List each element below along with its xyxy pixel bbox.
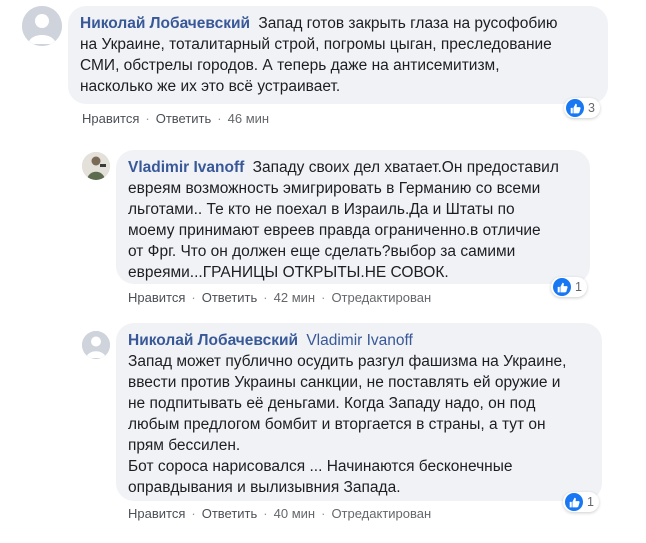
separator-dot: · bbox=[263, 506, 268, 521]
edited-label[interactable]: Отредактирован bbox=[331, 290, 431, 305]
comment-author[interactable]: Николай Лобачевский bbox=[128, 332, 298, 349]
reaction-count: 3 bbox=[588, 101, 595, 115]
comment-time[interactable]: 40 мин bbox=[274, 506, 315, 521]
reaction-summary[interactable]: 1 bbox=[551, 277, 587, 297]
like-icon bbox=[566, 99, 584, 117]
separator-dot: · bbox=[321, 506, 326, 521]
comment-author[interactable]: Николай Лобачевский bbox=[80, 15, 250, 32]
reaction-count: 1 bbox=[575, 280, 582, 294]
like-button[interactable]: Нравится bbox=[82, 111, 139, 126]
comment-actions: Нравится · Ответить · 42 мин · Отредактирован bbox=[128, 290, 431, 305]
comment-bubble: Николай Лобачевский Vladimir Ivanoff Зап… bbox=[116, 323, 602, 501]
separator-dot: · bbox=[191, 290, 196, 305]
reply-button[interactable]: Ответить bbox=[202, 290, 258, 305]
comment-actions: Нравится · Ответить · 40 мин · Отредактирован bbox=[128, 506, 431, 521]
default-user-icon bbox=[22, 6, 62, 46]
mention-link[interactable]: Vladimir Ivanoff bbox=[306, 332, 413, 349]
comment-bubble: Vladimir Ivanoff Западу своих дел хватае… bbox=[116, 150, 590, 284]
comment-text: Западу своих дел хватает.Он предоставил … bbox=[128, 159, 559, 281]
comment-time[interactable]: 42 мин bbox=[274, 290, 315, 305]
separator-dot: · bbox=[321, 290, 326, 305]
reply-button[interactable]: Ответить bbox=[202, 506, 258, 521]
comment-author[interactable]: Vladimir Ivanoff bbox=[128, 159, 244, 176]
user-photo-icon bbox=[82, 152, 110, 180]
like-icon bbox=[565, 493, 583, 511]
comment-actions: Нравится · Ответить · 46 мин bbox=[82, 111, 269, 126]
reaction-summary[interactable]: 1 bbox=[563, 492, 599, 512]
reaction-summary[interactable]: 3 bbox=[564, 98, 600, 118]
separator-dot: · bbox=[191, 506, 196, 521]
comment-text: Запад может публично осудить разгул фаши… bbox=[128, 353, 567, 496]
comment-bubble: Николай Лобачевский Запад готов закрыть … bbox=[68, 6, 608, 104]
reaction-count: 1 bbox=[587, 495, 594, 509]
default-user-icon bbox=[82, 331, 110, 359]
separator-dot: · bbox=[217, 111, 222, 126]
avatar[interactable] bbox=[82, 331, 110, 359]
like-button[interactable]: Нравится bbox=[128, 506, 185, 521]
comment-time[interactable]: 46 мин bbox=[228, 111, 269, 126]
edited-label[interactable]: Отредактирован bbox=[331, 506, 431, 521]
separator-dot: · bbox=[263, 290, 268, 305]
avatar[interactable] bbox=[82, 152, 110, 180]
like-icon bbox=[553, 278, 571, 296]
reply-button[interactable]: Ответить bbox=[156, 111, 212, 126]
separator-dot: · bbox=[145, 111, 150, 126]
like-button[interactable]: Нравится bbox=[128, 290, 185, 305]
avatar[interactable] bbox=[22, 6, 62, 46]
